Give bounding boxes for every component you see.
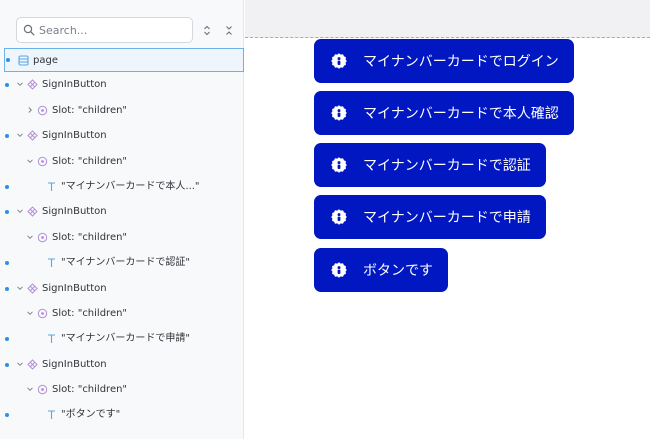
mynumber-card-icon [331,209,347,225]
component-icon [27,282,38,294]
mynumber-card-icon [331,105,347,121]
node-indicator [5,337,9,342]
node-indicator [6,58,10,62]
sign-in-button-label: マイナンバーカードで申請 [363,210,531,226]
chevron-down-icon[interactable] [16,360,24,368]
chevron-down-icon[interactable] [16,131,24,139]
tree-row-slot[interactable]: Slot: "children" [0,150,244,174]
sign-in-button-label: マイナンバーカードで本人確認 [363,106,559,122]
search-box[interactable] [16,17,193,43]
chevron-down-icon[interactable] [26,309,34,317]
tree-row-label: "マイナンバーカードで認証" [61,257,190,269]
tree-row-label: Slot: "children" [52,104,128,116]
tree-row-slot[interactable]: Slot: "children" [0,302,244,326]
text-node-icon [48,410,55,420]
tree-row-component[interactable]: SignInButton [0,124,244,148]
node-indicator [5,362,9,367]
layer-tree: page SignInButton Slot: "children" SignI… [0,48,244,429]
node-indicator [5,413,9,418]
sign-in-button[interactable]: ボタンです [314,248,448,292]
tree-row-text[interactable]: "マイナンバーカードで認証" [0,251,244,275]
page-layout-icon [18,55,29,66]
node-indicator [5,286,9,291]
chevron-down-icon[interactable] [16,207,24,215]
tree-row-slot[interactable]: Slot: "children" [0,226,244,250]
tree-row-label: SignInButton [42,130,107,142]
tree-row-label: Slot: "children" [52,155,128,167]
component-icon [27,206,38,218]
tree-row-label: SignInButton [42,358,107,370]
sign-in-button-label: マイナンバーカードでログイン [363,54,559,70]
slot-icon [37,156,48,166]
tree-row-text[interactable]: "マイナンバーカードで本人..." [0,175,244,199]
mynumber-card-icon [331,262,347,278]
tree-row-text[interactable]: "マイナンバーカードで申請" [0,327,244,351]
tree-row-label: "マイナンバーカードで申請" [61,333,190,345]
tree-row-component[interactable]: SignInButton [0,73,244,97]
node-indicator [5,184,9,189]
component-icon [27,358,38,370]
tree-row-label: SignInButton [42,206,107,218]
tree-row-label: SignInButton [42,282,107,294]
tree-row-label: "ボタンです" [61,409,121,421]
sign-in-button[interactable]: マイナンバーカードで認証 [314,143,546,187]
chevron-down-icon[interactable] [16,80,24,88]
component-icon [27,130,38,141]
layers-panel: page SignInButton Slot: "children" SignI… [0,0,244,439]
mynumber-card-icon [331,53,347,69]
design-canvas[interactable]: マイナンバーカードでログイン マイナンバーカードで本人確認 マイナンバーカードで… [245,0,650,439]
slot-icon [37,308,48,319]
tree-row-slot[interactable]: Slot: "children" [0,378,244,402]
tree-row-label: page [33,55,58,66]
node-indicator [5,210,9,215]
sign-in-button-label: マイナンバーカードで認証 [363,158,531,174]
tree-row-page[interactable]: page [4,48,244,72]
sign-in-button-label: ボタンです [363,263,433,279]
collapse-all-icon[interactable] [223,23,235,37]
node-indicator [5,261,9,266]
text-node-icon [48,182,55,191]
sign-in-button[interactable]: マイナンバーカードで申請 [314,195,546,239]
tree-row-component[interactable]: SignInButton [0,200,244,224]
text-node-icon [48,334,55,344]
chevron-right-icon[interactable] [26,106,34,114]
slot-icon [37,105,48,115]
tree-row-label: Slot: "children" [52,384,128,396]
sort-toggle-icon[interactable] [201,23,213,37]
tree-row-label: Slot: "children" [52,231,128,243]
sign-in-button[interactable]: マイナンバーカードでログイン [314,39,574,83]
chevron-down-icon[interactable] [26,385,34,393]
slot-icon [37,232,48,242]
canvas-top-margin [245,0,650,38]
tree-row-label: SignInButton [42,79,107,91]
sign-in-button[interactable]: マイナンバーカードで本人確認 [314,91,574,135]
node-indicator [5,134,9,139]
text-node-icon [48,258,55,268]
tree-row-slot[interactable]: Slot: "children" [0,99,244,123]
search-icon [23,24,35,36]
tree-row-text[interactable]: "ボタンです" [0,403,244,427]
slot-icon [37,384,48,395]
component-icon [27,79,38,91]
chevron-down-icon[interactable] [26,233,34,241]
tree-row-component[interactable]: SignInButton [0,353,244,377]
chevron-down-icon[interactable] [26,157,34,165]
node-indicator [5,83,9,88]
chevron-down-icon[interactable] [16,284,24,292]
tree-row-component[interactable]: SignInButton [0,277,244,301]
mynumber-card-icon [331,157,347,173]
search-input[interactable] [39,21,187,39]
tree-row-label: "マイナンバーカードで本人..." [61,180,200,192]
tree-row-label: Slot: "children" [52,307,128,319]
